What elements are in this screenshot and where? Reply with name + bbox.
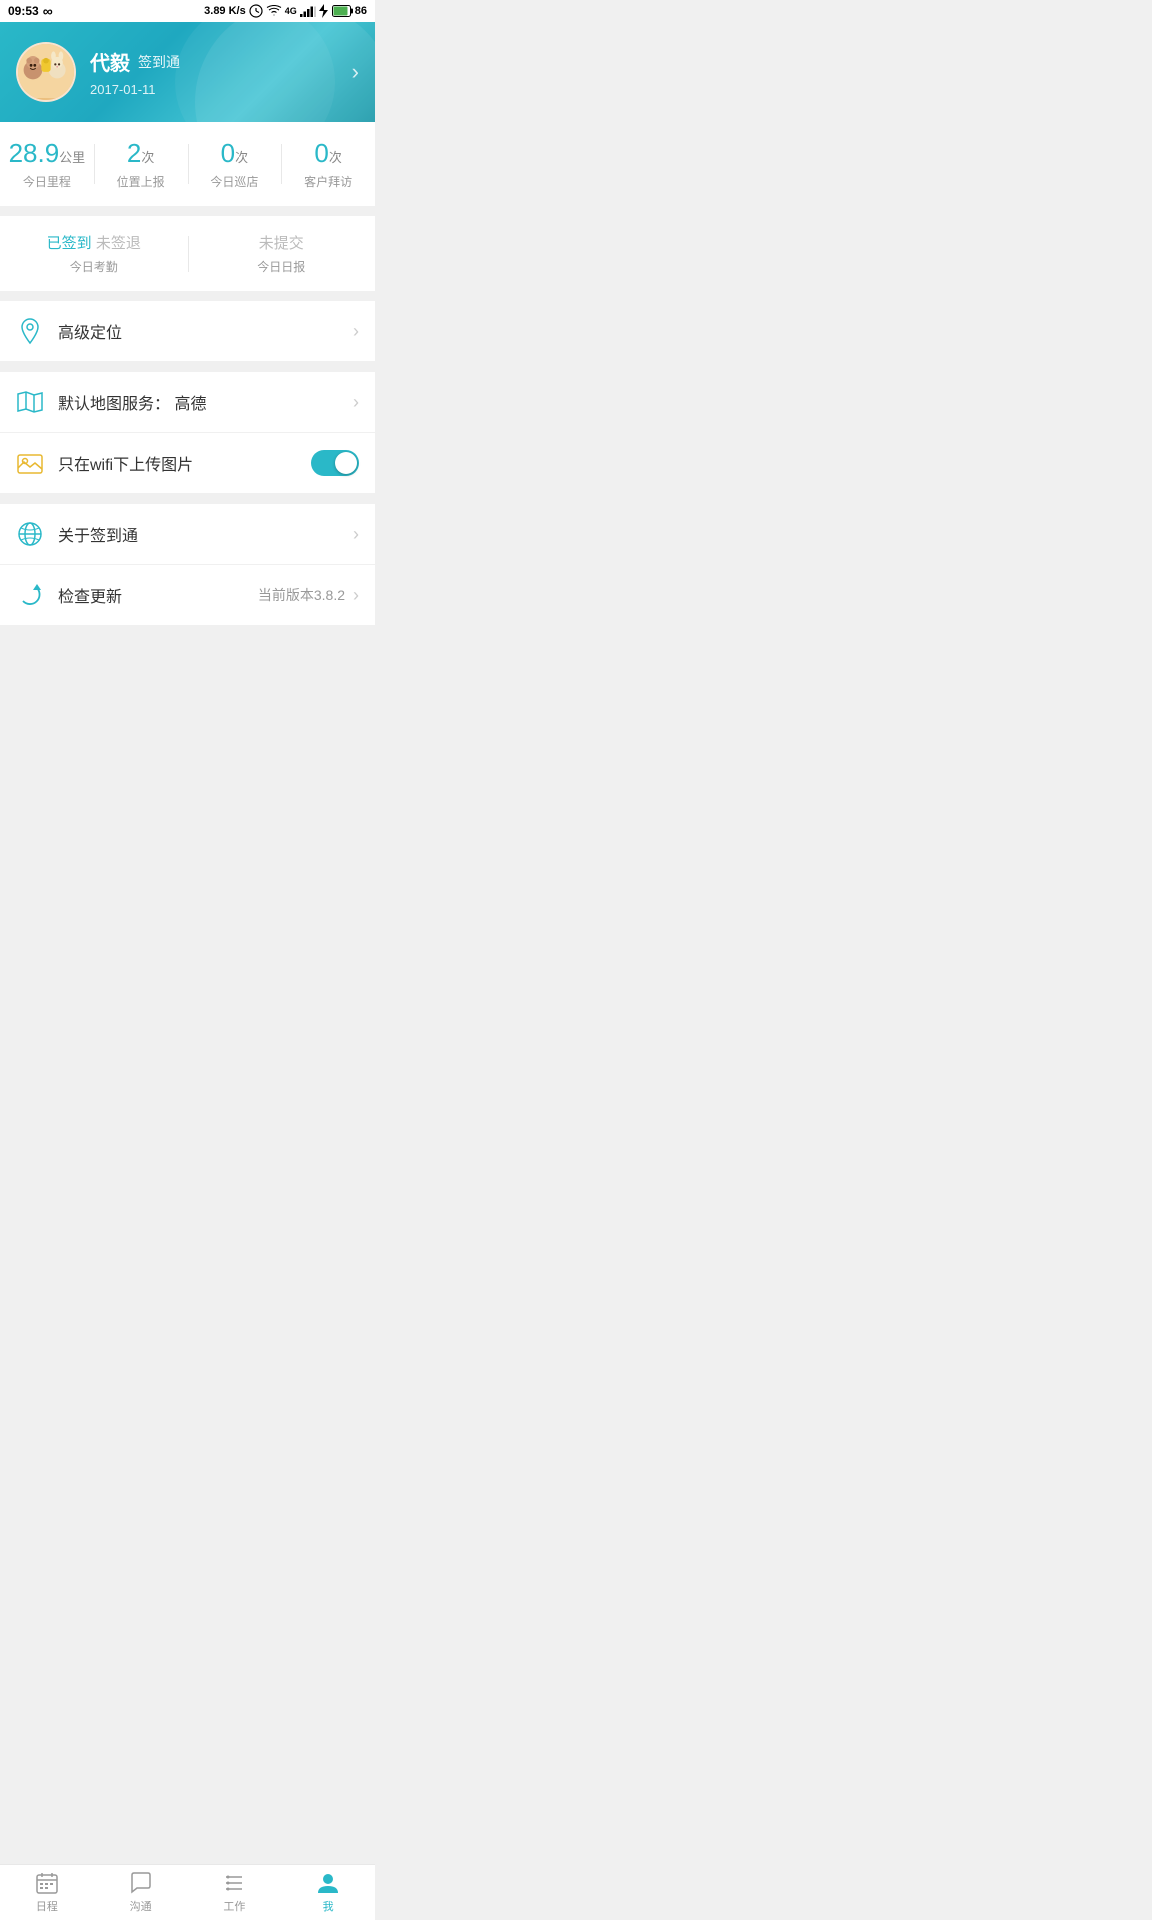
battery-indicator: 86	[332, 5, 367, 17]
nav-schedule-label: 日程	[36, 1898, 58, 1914]
signal-icon	[300, 5, 316, 17]
divider-4	[0, 494, 375, 504]
stat-location: 2次 位置上报	[94, 138, 188, 190]
clock-icon	[249, 4, 263, 18]
me-icon	[316, 1871, 340, 1895]
nav-work[interactable]: 工作	[188, 1865, 282, 1920]
user-date: 2017-01-11	[90, 82, 180, 97]
nav-me[interactable]: 我	[281, 1865, 375, 1920]
status-bar: 09:53 ∞ 3.89 K/s 4G	[0, 0, 375, 22]
globe-icon	[16, 520, 44, 548]
attendance-report-label: 今日日报	[188, 258, 376, 275]
stat-distance: 28.9公里 今日里程	[0, 138, 94, 190]
menu-map-chevron-icon: ›	[353, 392, 359, 413]
stat-patrol: 0次 今日巡店	[188, 138, 282, 190]
menu-update-chevron-icon: ›	[353, 585, 359, 606]
menu-section: 高级定位 › 默认地图服务： 高德 ›	[0, 301, 375, 625]
menu-location-chevron-icon: ›	[353, 321, 359, 342]
charging-icon	[319, 4, 329, 18]
nav-work-label: 工作	[223, 1898, 245, 1914]
divider-3	[0, 362, 375, 372]
stat-distance-number: 28.9公里	[0, 138, 94, 169]
location-icon	[16, 317, 44, 345]
battery-icon	[332, 5, 354, 17]
attendance-checkin-label: 今日考勤	[0, 258, 188, 275]
stat-distance-label: 今日里程	[0, 173, 94, 190]
avatar	[16, 42, 76, 102]
wifi-upload-toggle[interactable]	[311, 450, 359, 476]
bottom-nav: 日程 沟通 工作 我	[0, 1864, 375, 1920]
stats-section: 28.9公里 今日里程 2次 位置上报 0次 今日巡店 0次 客户拜访	[0, 122, 375, 206]
toggle-knob	[335, 452, 357, 474]
network-speed: 3.89 K/s	[204, 5, 246, 17]
refresh-icon	[16, 581, 44, 609]
infinite-icon: ∞	[43, 3, 53, 19]
divider-2	[0, 291, 375, 301]
nav-chat-label: 沟通	[130, 1898, 152, 1914]
attendance-checkin: 已签到 未签退 今日考勤	[0, 232, 188, 275]
wifi-icon	[266, 5, 282, 17]
status-right: 3.89 K/s 4G	[204, 4, 367, 18]
menu-about-chevron-icon: ›	[353, 524, 359, 545]
stat-visit: 0次 客户拜访	[281, 138, 375, 190]
menu-update-text: 检查更新	[58, 583, 258, 607]
nav-schedule[interactable]: 日程	[0, 1865, 94, 1920]
status-left: 09:53 ∞	[8, 3, 53, 19]
stat-location-number: 2次	[94, 138, 188, 169]
avatar-image	[18, 44, 74, 100]
map-icon	[16, 388, 44, 416]
toggle-switch[interactable]	[311, 450, 359, 476]
user-info: 代毅 签到通 2017-01-11	[90, 47, 180, 97]
menu-about-text: 关于签到通	[58, 522, 353, 546]
user-name: 代毅	[90, 47, 130, 76]
stat-patrol-label: 今日巡店	[188, 173, 282, 190]
image-icon	[16, 449, 44, 477]
4g-icon: 4G	[285, 6, 297, 16]
header-chevron-icon[interactable]: ›	[352, 59, 359, 85]
stat-location-label: 位置上报	[94, 173, 188, 190]
chat-icon	[129, 1871, 153, 1895]
header-left: 代毅 签到通 2017-01-11	[16, 42, 180, 102]
menu-item-update[interactable]: 检查更新 当前版本3.8.2 ›	[0, 565, 375, 625]
schedule-icon	[35, 1871, 59, 1895]
menu-map-text: 默认地图服务： 高德	[58, 390, 353, 414]
menu-item-map[interactable]: 默认地图服务： 高德 ›	[0, 372, 375, 433]
app-name: 签到通	[138, 52, 180, 72]
menu-update-version: 当前版本3.8.2	[258, 585, 345, 605]
nav-me-label: 我	[323, 1898, 334, 1914]
attendance-report-status: 未提交	[188, 232, 376, 253]
stat-visit-label: 客户拜访	[281, 173, 375, 190]
nav-chat[interactable]: 沟通	[94, 1865, 188, 1920]
menu-location-text: 高级定位	[58, 319, 353, 343]
work-icon	[222, 1871, 246, 1895]
attendance-section: 已签到 未签退 今日考勤 未提交 今日日报	[0, 216, 375, 291]
menu-wifi-upload-text: 只在wifi下上传图片	[58, 451, 311, 475]
stat-visit-number: 0次	[281, 138, 375, 169]
attendance-checkin-status: 已签到 未签退	[0, 232, 188, 253]
menu-item-wifi-upload[interactable]: 只在wifi下上传图片	[0, 433, 375, 494]
header-banner[interactable]: 代毅 签到通 2017-01-11 ›	[0, 22, 375, 122]
battery-percent: 86	[355, 5, 367, 17]
divider-1	[0, 206, 375, 216]
attendance-report: 未提交 今日日报	[188, 232, 376, 275]
stat-patrol-number: 0次	[188, 138, 282, 169]
menu-item-about[interactable]: 关于签到通 ›	[0, 504, 375, 565]
menu-item-location[interactable]: 高级定位 ›	[0, 301, 375, 362]
status-time: 09:53	[8, 4, 39, 18]
